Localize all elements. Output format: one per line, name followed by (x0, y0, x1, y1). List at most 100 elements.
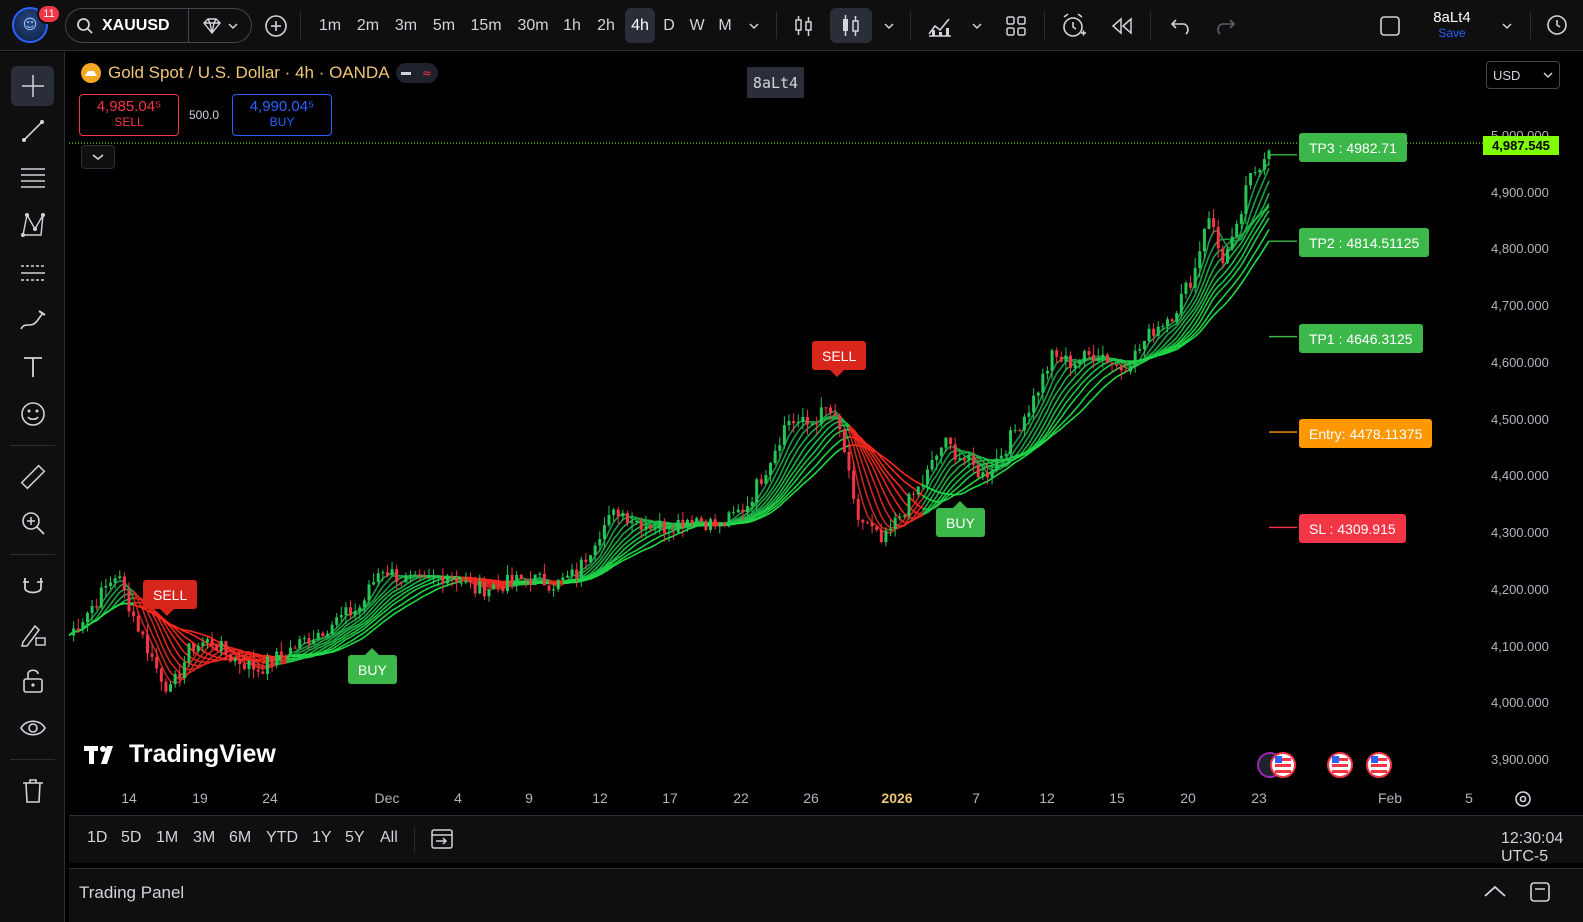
timeframe-D[interactable]: D (659, 8, 679, 43)
fullscreen-button[interactable] (1374, 8, 1406, 43)
trading-panel-title[interactable]: Trading Panel (79, 883, 184, 903)
range-YTD[interactable]: YTD (266, 829, 298, 847)
ribbon-segment (433, 587, 439, 592)
candle-body (556, 580, 560, 590)
ribbon-segment (940, 466, 947, 475)
chart-pane[interactable] (69, 56, 1483, 812)
magnet-icon (22, 578, 43, 594)
brush-tool[interactable] (11, 300, 54, 340)
timeframe-5m[interactable]: 5m (428, 8, 460, 43)
timeframe-W[interactable]: W (686, 8, 708, 43)
candle-body (759, 479, 763, 484)
trend-line-tool[interactable] (11, 111, 54, 151)
stay-drawing-tool[interactable] (11, 614, 54, 654)
event-flag-icon[interactable] (1366, 752, 1392, 778)
hide-drawings-tool[interactable] (11, 708, 54, 748)
ribbon-segment (950, 489, 956, 495)
symbol-legend[interactable]: Gold Spot / U.S. Dollar · 4h · OANDA ≈ (80, 62, 438, 84)
timeframe-3m[interactable]: 3m (390, 8, 422, 43)
candle-body (252, 660, 256, 670)
ribbon-segment (622, 550, 628, 556)
indicators-dropdown[interactable] (968, 8, 986, 43)
range-5Y[interactable]: 5Y (345, 829, 365, 847)
indicators-button[interactable] (922, 8, 958, 43)
crosshair-tool[interactable] (11, 66, 54, 106)
ribbon-segment (1171, 325, 1178, 332)
ribbon-segment (1222, 301, 1229, 308)
lock-drawings-tool[interactable] (11, 661, 54, 701)
pattern-tool[interactable] (11, 205, 54, 245)
timeframe-2m[interactable]: 2m (352, 8, 384, 43)
timeframe-4h[interactable]: 4h (625, 8, 655, 43)
timeframe-30m[interactable]: 30m (512, 8, 554, 43)
undo-button[interactable] (1164, 8, 1196, 43)
candle-body (676, 520, 680, 533)
range-6M[interactable]: 6M (229, 829, 251, 847)
ribbon-segment (1249, 200, 1256, 214)
save-label[interactable]: Save (1420, 26, 1484, 40)
remove-drawings-tool[interactable] (11, 771, 54, 811)
candle-body (602, 525, 606, 540)
ribbon-segment (802, 479, 808, 485)
candle-body (270, 656, 274, 666)
timeframe-2h[interactable]: 2h (592, 8, 620, 43)
ribbon-segment (1263, 168, 1270, 180)
ribbon-segment (1236, 249, 1242, 257)
layout-button[interactable] (1000, 8, 1032, 43)
range-1Y[interactable]: 1Y (312, 829, 332, 847)
maximize-panel-button[interactable] (1529, 881, 1551, 907)
quick-search-button[interactable] (1543, 8, 1573, 43)
range-1D[interactable]: 1D (87, 829, 107, 847)
emoji-tool[interactable] (11, 394, 54, 434)
text-tool[interactable] (11, 347, 54, 387)
layout-dropdown[interactable] (1498, 8, 1516, 43)
add-symbol-button[interactable] (262, 8, 290, 43)
chart-type-dropdown[interactable] (880, 8, 898, 43)
timezone-clock[interactable]: 12:30:04 UTC-5 (1501, 830, 1583, 866)
collapse-legend-button[interactable] (81, 145, 115, 169)
layout-name[interactable]: 8aLt4 Save (1420, 9, 1484, 40)
fib-tool[interactable] (11, 158, 54, 198)
symbol-search[interactable]: XAUUSD (65, 8, 189, 43)
ribbon-segment (1102, 366, 1108, 371)
ribbon-segment (1231, 289, 1238, 297)
ribbon-segment (834, 431, 841, 436)
legend-indicator-pill[interactable]: ≈ (395, 63, 438, 83)
watchlist-dropdown[interactable] (188, 8, 252, 43)
currency-selector[interactable]: USD (1486, 61, 1560, 89)
candle-body (1129, 367, 1133, 372)
event-flag-icon[interactable] (1257, 752, 1296, 778)
expand-panel-button[interactable] (1483, 883, 1507, 903)
range-3M[interactable]: 3M (193, 829, 215, 847)
zoom-tool[interactable] (11, 503, 54, 543)
go-to-date-button[interactable] (429, 827, 455, 855)
magnet-tool[interactable] (11, 567, 54, 607)
ribbon-segment (174, 667, 181, 675)
axis-settings-button[interactable] (1513, 789, 1533, 813)
event-flag-icon[interactable] (1327, 752, 1353, 778)
prediction-tool[interactable] (11, 253, 54, 293)
timeframe-1m[interactable]: 1m (315, 8, 345, 43)
price-chart[interactable] (69, 56, 1483, 782)
ribbon-segment (400, 587, 407, 592)
range-5D[interactable]: 5D (121, 829, 141, 847)
buy-button[interactable]: 4,990.04⁵ BUY (232, 94, 332, 136)
range-All[interactable]: All (380, 829, 398, 847)
tradingview-watermark[interactable]: TradingView (83, 740, 276, 769)
replay-button[interactable] (1106, 8, 1138, 43)
bar-chart-type-button[interactable] (788, 8, 820, 43)
ribbon-segment (913, 479, 919, 484)
candle-chart-type-button[interactable] (830, 8, 872, 43)
timeframe-M[interactable]: M (714, 8, 736, 43)
redo-button[interactable] (1210, 8, 1242, 43)
sell-button[interactable]: 4,985.04⁵ SELL (79, 94, 179, 136)
timeframe-dropdown[interactable] (745, 8, 763, 43)
economic-events[interactable] (1256, 752, 1406, 780)
candle-body (358, 607, 362, 611)
timeframe-1h[interactable]: 1h (558, 8, 586, 43)
alert-button[interactable] (1058, 8, 1090, 43)
measure-tool[interactable] (11, 457, 54, 497)
timeframe-15m[interactable]: 15m (466, 8, 506, 43)
range-1M[interactable]: 1M (156, 829, 178, 847)
ribbon-segment (396, 598, 402, 603)
